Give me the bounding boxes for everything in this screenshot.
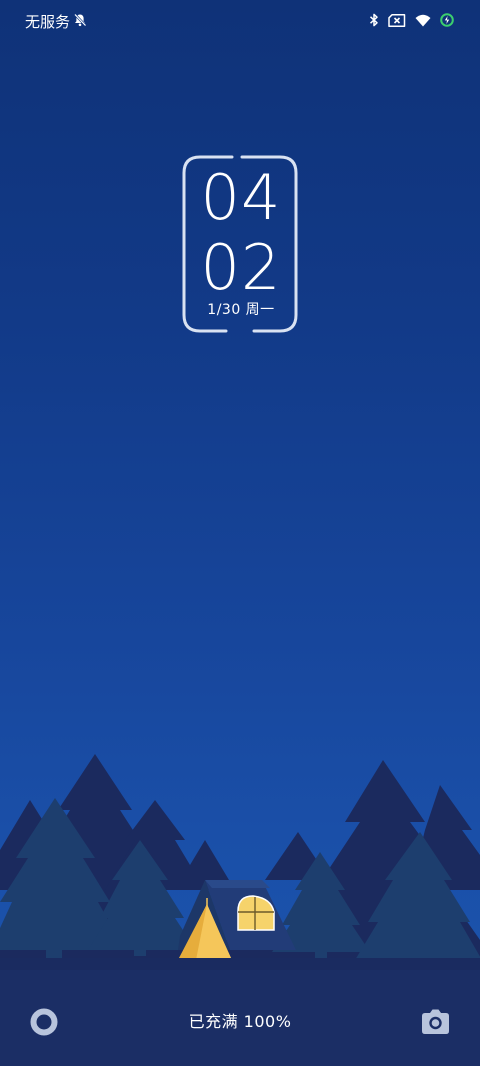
carrier-label: 无服务: [25, 13, 71, 31]
clock-hours: 04: [200, 161, 282, 234]
assistant-button[interactable]: [30, 1008, 58, 1036]
clock-minutes: 02: [200, 231, 282, 304]
status-icons: [369, 13, 454, 27]
carrier-status: 无服务: [25, 12, 87, 32]
clock-date: 1/30 周一: [207, 302, 275, 318]
lock-clock[interactable]: 04 02 1/30 周一: [182, 155, 300, 335]
assistant-circle-icon: [30, 1008, 58, 1036]
mute-bell-icon: [73, 12, 87, 32]
camera-icon: [422, 1009, 449, 1034]
bluetooth-icon: [369, 13, 379, 27]
charge-status: 已充满 100%: [188, 1012, 292, 1031]
battery-charging-icon: [440, 13, 454, 27]
status-bar: 无服务: [0, 0, 480, 46]
wifi-icon: [415, 14, 431, 27]
camera-button[interactable]: [420, 1008, 451, 1036]
sim-absent-icon: [388, 13, 406, 27]
lockscreen-bottom-bar: 已充满 100%: [0, 990, 480, 1054]
